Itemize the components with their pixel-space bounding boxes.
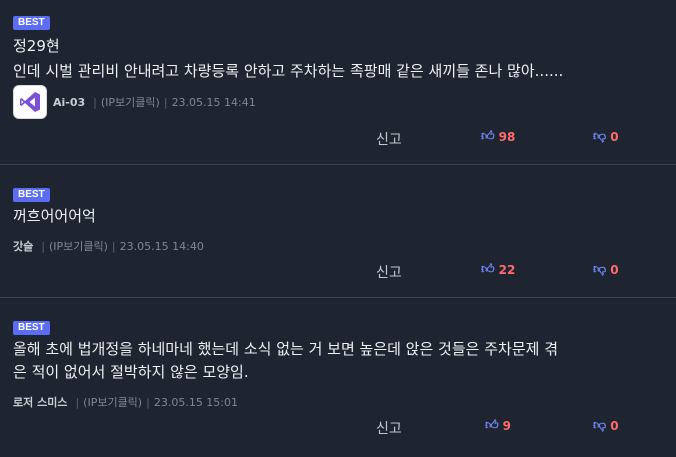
upvote-count: 98 — [498, 129, 516, 144]
downvote-button[interactable]: 👎︎ 0 — [593, 262, 619, 277]
comment-date: 23.05.15 14:40 — [119, 239, 204, 253]
separator: | — [163, 95, 168, 109]
report-button[interactable]: 신고 — [376, 262, 402, 282]
upvote-button[interactable]: 👍︎ 98 — [481, 129, 515, 144]
thumbs-down-icon: 👎︎ — [593, 129, 607, 144]
comment-item: BEST 올해 초에 법개정을 하네마네 했는데 소식 없는 거 보면 높은데 … — [0, 298, 676, 457]
comment-date: 23.05.15 14:41 — [171, 95, 256, 109]
upvote-button[interactable]: 👍︎ 9 — [485, 418, 511, 433]
downvote-button[interactable]: 👎︎ 0 — [593, 418, 619, 433]
comment-text: 올해 초에 법개정을 하네마네 했는데 소식 없는 거 보면 높은데 앉은 것들… — [13, 340, 558, 381]
thumbs-up-icon: 👍︎ — [481, 129, 495, 144]
comment-actions: 신고 👍︎ 98 👎︎ 0 — [0, 129, 676, 149]
downvote-count: 0 — [610, 129, 619, 144]
separator: | — [41, 239, 45, 253]
comment-text: 꺼흐어어어억 — [13, 207, 96, 225]
comment-meta: 로저 스미스 | (IP보기클릭) | 23.05.15 15:01 — [13, 394, 238, 410]
thumbs-up-icon: 👍︎ — [485, 418, 499, 433]
separator: | — [146, 395, 150, 409]
best-badge: BEST — [13, 188, 50, 202]
comment-actions: 신고 👍︎ 9 👎︎ 0 — [0, 418, 676, 438]
comment-item: BEST 정29현 인데 시벌 관리비 안내려고 차량등록 안하고 주차하는 족… — [0, 0, 676, 165]
upvote-count: 9 — [502, 418, 511, 433]
report-button[interactable]: 신고 — [376, 418, 402, 438]
downvote-count: 0 — [610, 262, 619, 277]
comment-meta: 갓슬 | (IP보기클릭) | 23.05.15 14:40 — [13, 238, 204, 254]
separator: | — [75, 395, 80, 409]
comment-date: 23.05.15 15:01 — [153, 395, 239, 409]
visual-studio-logo-icon — [20, 92, 40, 112]
report-button[interactable]: 신고 — [376, 129, 402, 149]
comment-text: 인데 시벌 관리비 안내려고 차량등록 안하고 주차하는 족팡매 같은 새끼들 … — [13, 62, 564, 80]
thumbs-up-icon: 👍︎ — [481, 262, 495, 277]
ip-view-link[interactable]: (IP보기클릭) — [49, 238, 108, 254]
downvote-button[interactable]: 👎︎ 0 — [593, 129, 619, 144]
downvote-count: 0 — [610, 418, 619, 433]
comment-title: 정29현 — [13, 37, 60, 55]
ip-view-link[interactable]: (IP보기클릭) — [83, 394, 142, 410]
best-badge: BEST — [13, 321, 50, 335]
thumbs-down-icon: 👎︎ — [593, 262, 607, 277]
upvote-count: 22 — [498, 262, 516, 277]
upvote-button[interactable]: 👍︎ 22 — [481, 262, 515, 277]
comment-actions: 신고 👍︎ 22 👎︎ 0 — [0, 262, 676, 282]
comment-meta: Ai-03 | (IP보기클릭) | 23.05.15 14:41 — [13, 85, 256, 119]
best-badge: BEST — [13, 16, 50, 30]
author-name[interactable]: 갓슬 — [13, 238, 33, 254]
avatar[interactable] — [13, 85, 47, 119]
separator: | — [93, 95, 97, 109]
thumbs-down-icon: 👎︎ — [593, 418, 607, 433]
author-name[interactable]: Ai-03 — [53, 96, 85, 109]
comment-item: BEST 꺼흐어어어억 갓슬 | (IP보기클릭) | 23.05.15 14:… — [0, 165, 676, 298]
separator: | — [111, 239, 116, 253]
ip-view-link[interactable]: (IP보기클릭) — [101, 94, 160, 110]
author-name[interactable]: 로저 스미스 — [13, 394, 67, 410]
